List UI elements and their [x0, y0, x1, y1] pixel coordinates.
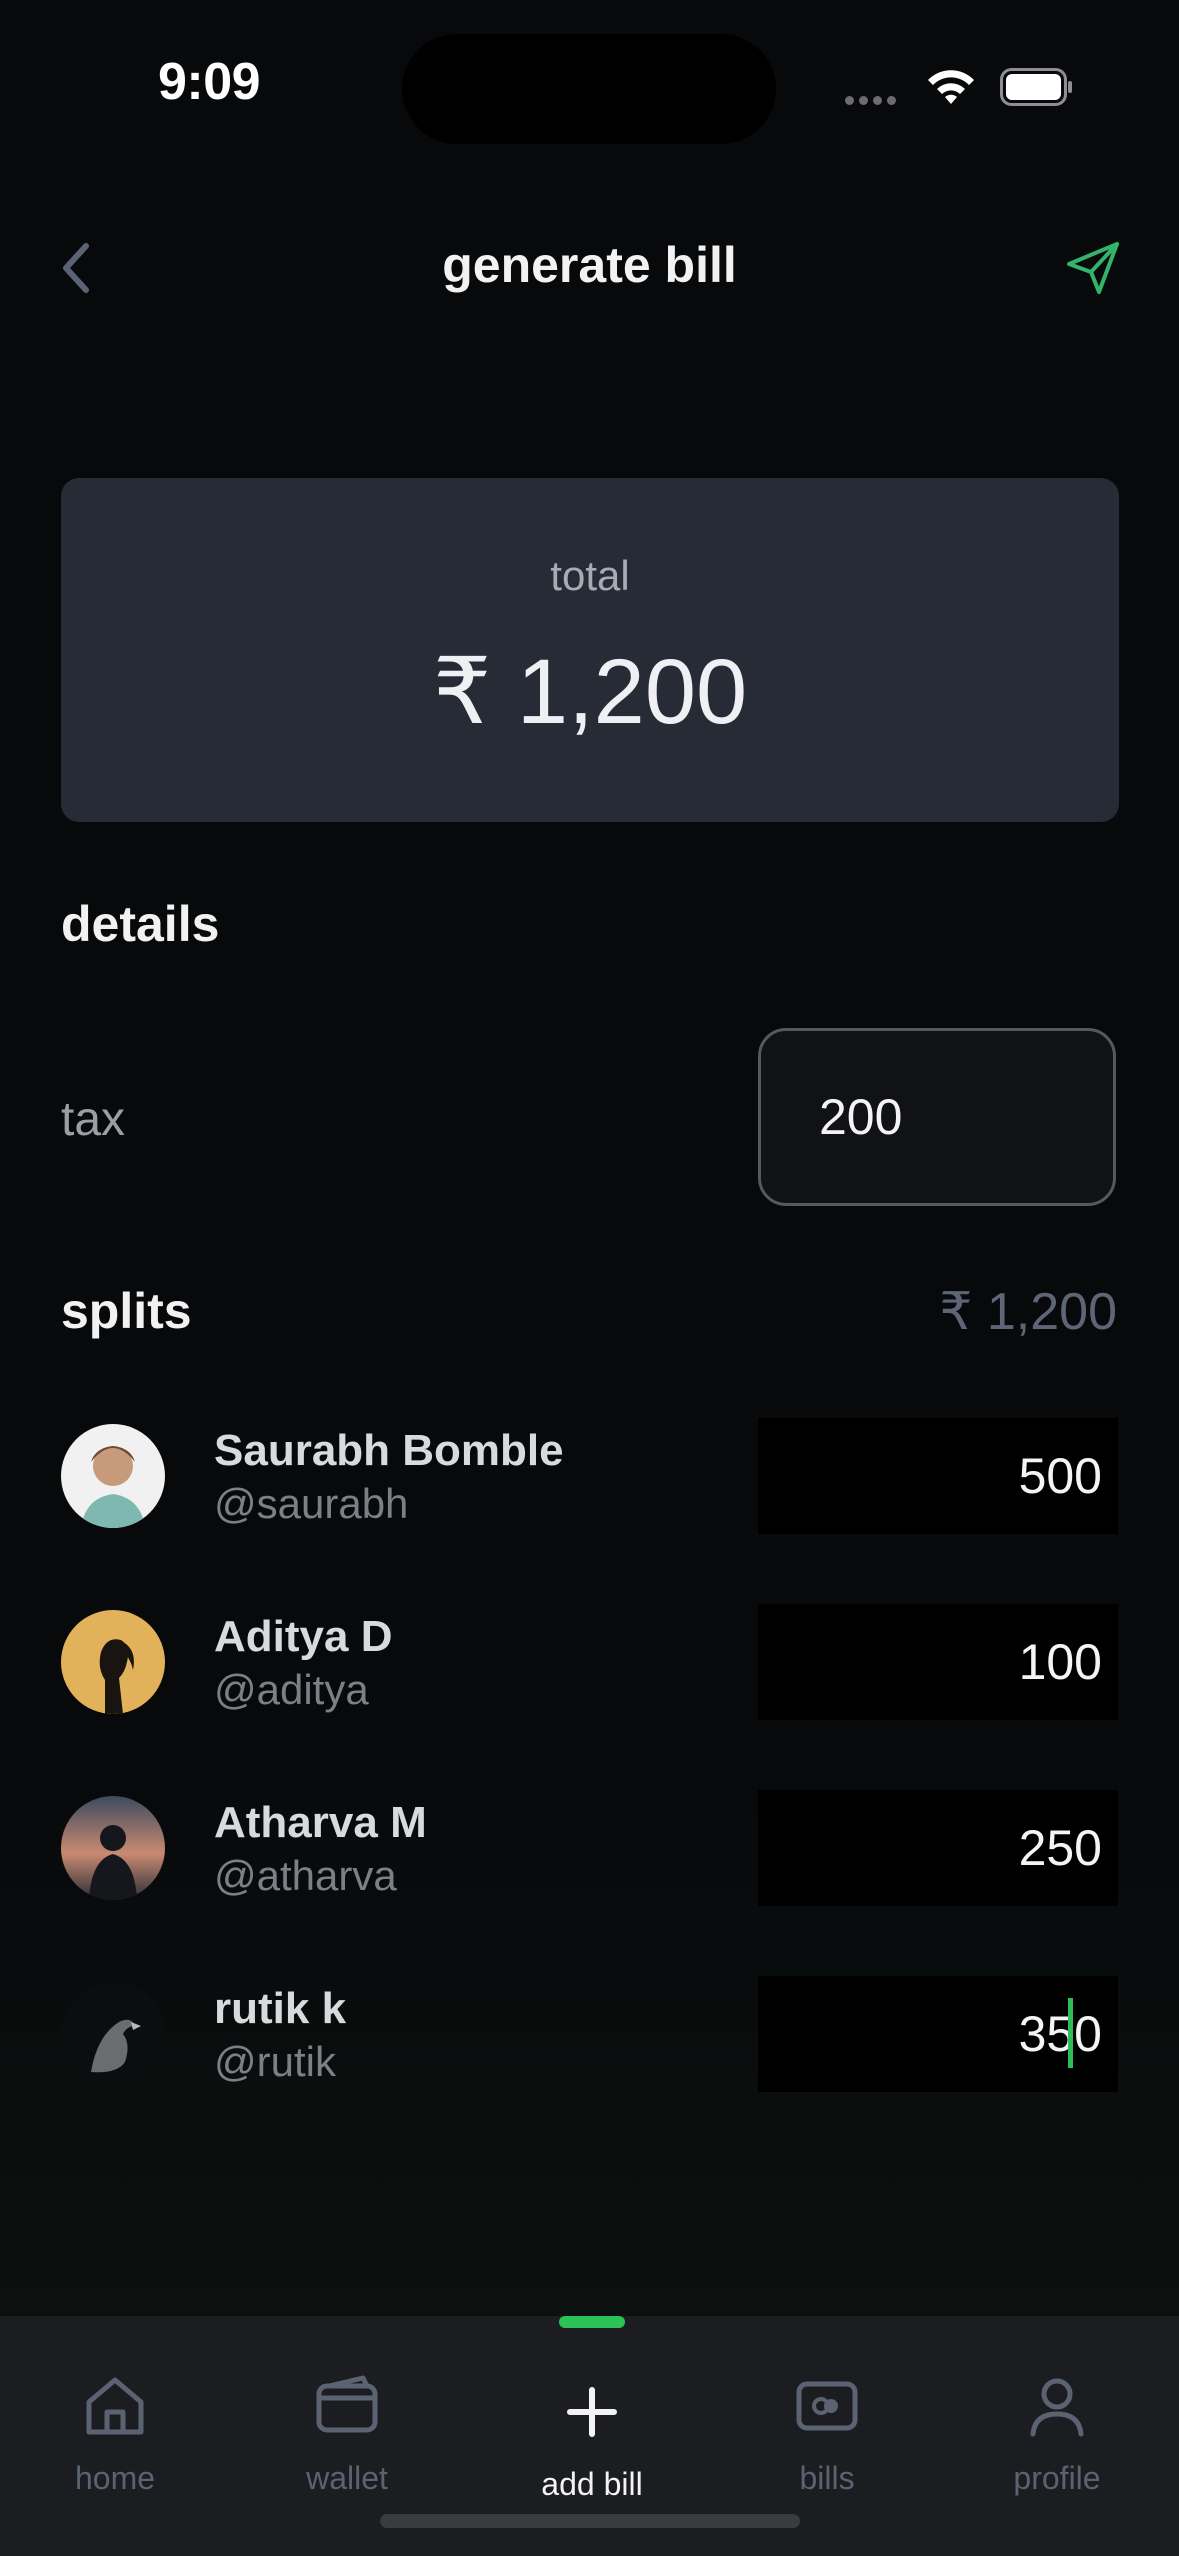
total-label: total [550, 552, 630, 599]
member-handle: @aditya [214, 1666, 369, 1713]
tab-label: bills [799, 2460, 855, 2496]
status-time: 9:09 [158, 53, 261, 111]
member-name: Atharva M [214, 1798, 427, 1847]
tab-add-bill[interactable]: add bill [492, 2316, 692, 2516]
tab-bills[interactable]: bills [727, 2316, 927, 2516]
split-row: rutik k @rutik 350 [0, 1976, 1179, 2096]
avatar[interactable] [61, 1796, 165, 1900]
split-amount-input[interactable]: 100 [758, 1604, 1118, 1720]
details-heading: details [61, 896, 220, 952]
avatar[interactable] [61, 1424, 165, 1528]
member-name: rutik k [214, 1984, 347, 2033]
home-icon [86, 2377, 144, 2435]
dynamic-island [402, 34, 776, 144]
active-tab-indicator [559, 2316, 625, 2328]
avatar[interactable] [61, 1610, 165, 1714]
tab-label: home [74, 2460, 156, 2496]
member-name: Aditya D [214, 1612, 393, 1661]
tax-input[interactable]: 200 [758, 1028, 1116, 1206]
splits-heading: splits [61, 1283, 192, 1339]
total-amount: ₹ 1,200 [432, 641, 748, 743]
tax-label: tax [61, 1093, 126, 1146]
split-row: Aditya D @aditya 100 [0, 1604, 1179, 1724]
plus-icon [567, 2387, 617, 2437]
wallet-icon [316, 2375, 378, 2433]
text-cursor [1068, 1998, 1073, 2068]
split-amount-input[interactable]: 350 [758, 1976, 1118, 2092]
tab-profile[interactable]: profile [957, 2316, 1157, 2516]
cellular-signal-icon [845, 92, 903, 105]
home-indicator [380, 2514, 800, 2528]
wifi-icon [928, 70, 974, 104]
send-icon[interactable] [1063, 240, 1123, 296]
total-card: total ₹ 1,200 [61, 478, 1119, 822]
tab-label: wallet [306, 2460, 388, 2496]
split-row: Atharva M @atharva 250 [0, 1790, 1179, 1910]
split-row: Saurabh Bomble @saurabh 500 [0, 1418, 1179, 1538]
member-handle: @rutik [214, 2038, 336, 2085]
profile-icon [1030, 2378, 1084, 2437]
split-amount-input[interactable]: 250 [758, 1790, 1118, 1906]
split-amount-input[interactable]: 500 [758, 1418, 1118, 1534]
bills-icon [796, 2381, 858, 2431]
member-name: Saurabh Bomble [214, 1426, 564, 1475]
battery-icon [1000, 68, 1072, 106]
member-handle: @atharva [214, 1852, 397, 1899]
tab-label: profile [1013, 2460, 1101, 2496]
member-handle: @saurabh [214, 1480, 409, 1527]
split-amount-value: 350 [1018, 2006, 1102, 2062]
splits-total: ₹ 1,200 [939, 1283, 1117, 1341]
tab-home[interactable]: home [15, 2316, 215, 2516]
tab-label: add bill [541, 2466, 643, 2502]
avatar[interactable] [61, 1982, 165, 2086]
tab-wallet[interactable]: wallet [247, 2316, 447, 2516]
page-title: generate bill [442, 237, 737, 293]
